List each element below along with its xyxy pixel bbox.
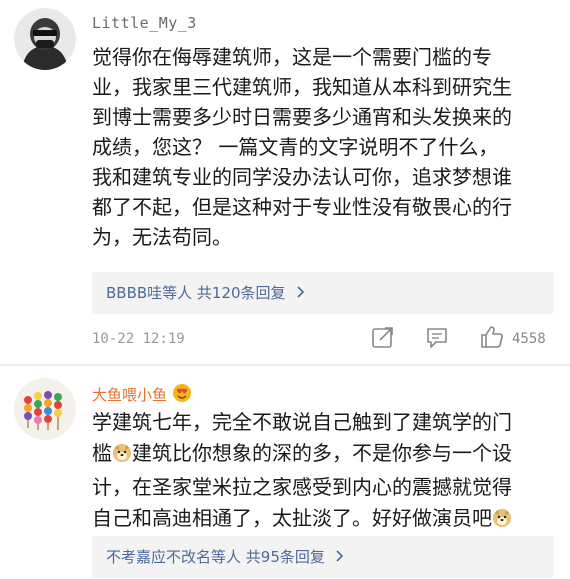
comment-line: 为，无法苟同。 (92, 225, 232, 249)
reply-summary-text: 不考嘉应不改名等人 共95条回复 (106, 548, 325, 566)
avatar[interactable] (14, 8, 76, 70)
doge-emoji-icon (112, 441, 132, 472)
comment-item: Little_My_3 觉得你在侮辱建筑师，这是一个需要门槛的专 业，我家里三代… (0, 0, 570, 366)
comment-line: 计，在圣家堂米拉之家感受到内心的震撼就觉得 (92, 475, 512, 499)
reply-summary-link[interactable]: BBBB哇等人 共120条回复 (92, 272, 554, 314)
username[interactable]: 大鱼喂小鱼 (92, 386, 167, 404)
comment-item: 大鱼喂小鱼 学建筑七年，完全不敢说自己触到了建筑学的门 槛 建筑比你想象的深的多… (0, 366, 570, 579)
reply-summary-link[interactable]: 不考嘉应不改名等人 共95条回复 (92, 536, 554, 578)
like-count: 4558 (512, 331, 546, 347)
like-icon[interactable] (479, 324, 505, 350)
share-icon[interactable] (370, 324, 396, 350)
comment-text: 觉得你在侮辱建筑师，这是一个需要门槛的专 业，我家里三代建筑师，我知道从本科到研… (92, 42, 554, 252)
comment-line: 槛 (92, 441, 112, 465)
username[interactable]: Little_My_3 (92, 14, 197, 32)
comment-line: 成绩，您这？ 一篇文青的文字说明不了什么， (92, 135, 499, 159)
reply-summary-text: BBBB哇等人 共120条回复 (106, 284, 286, 302)
comment-line: 觉得你在侮辱建筑师，这是一个需要门槛的专 (92, 45, 492, 69)
timestamp: 10-22 12:19 (92, 331, 185, 347)
comment-line: 学建筑七年，完全不敢说自己触到了建筑学的门 (92, 410, 512, 434)
comment-line: 都了不起，但是这种对于专业性没有敬畏心的行 (92, 195, 512, 219)
username-row[interactable]: 大鱼喂小鱼 (92, 383, 192, 407)
chevron-right-icon (296, 272, 306, 314)
comment-line: 我和建筑专业的同学没办法认可你，追求梦想谁 (92, 165, 512, 189)
comment-line: 自己和高迪相通了，太扯淡了。好好做演员吧 (92, 506, 492, 530)
comment-text: 学建筑七年，完全不敢说自己触到了建筑学的门 槛 建筑比你想象的深的多，不是你参与… (92, 407, 554, 537)
comment-line: 业，我家里三代建筑师，我知道从本科到研究生 (92, 75, 512, 99)
chevron-right-icon (335, 536, 345, 578)
comment-line: 到博士需要多少时日需要多少通宵和头发换来的 (92, 105, 512, 129)
avatar[interactable] (14, 378, 76, 440)
comment-line: 建筑比你想象的深的多，不是你参与一个设 (132, 441, 512, 465)
comment-icon[interactable] (424, 324, 450, 350)
doge-emoji-icon (492, 506, 512, 537)
emoji-badge-icon (172, 383, 192, 407)
